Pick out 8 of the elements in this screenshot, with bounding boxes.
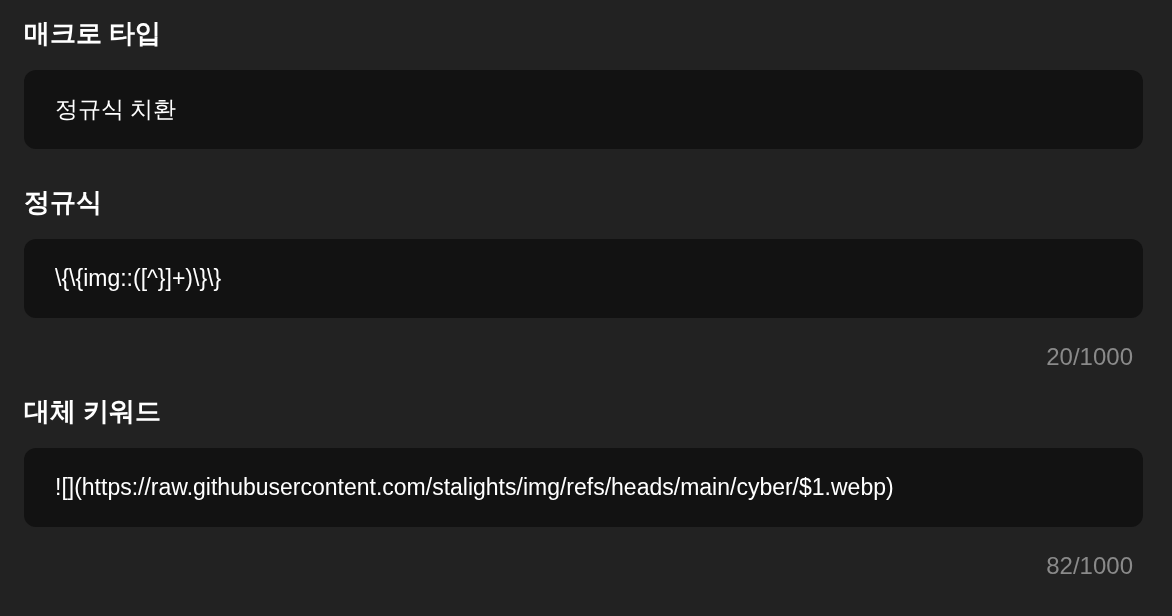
input-field[interactable]: 정규식 치환 [24, 70, 1143, 149]
field-label: 매크로 타입 [24, 18, 162, 48]
input-field[interactable]: ![](https://raw.githubusercontent.com/stalights/img/refs/heads/main/cyber/$1.webp) [24, 448, 1143, 527]
input-field[interactable]: \{\{img::([^}]+)\}\} [24, 239, 1143, 318]
character-counter: 82/1000 [1046, 551, 1133, 581]
character-counter: 20/1000 [1046, 342, 1133, 372]
field-label: 대체 키워드 [24, 396, 162, 426]
field-label: 정규식 [24, 187, 102, 217]
